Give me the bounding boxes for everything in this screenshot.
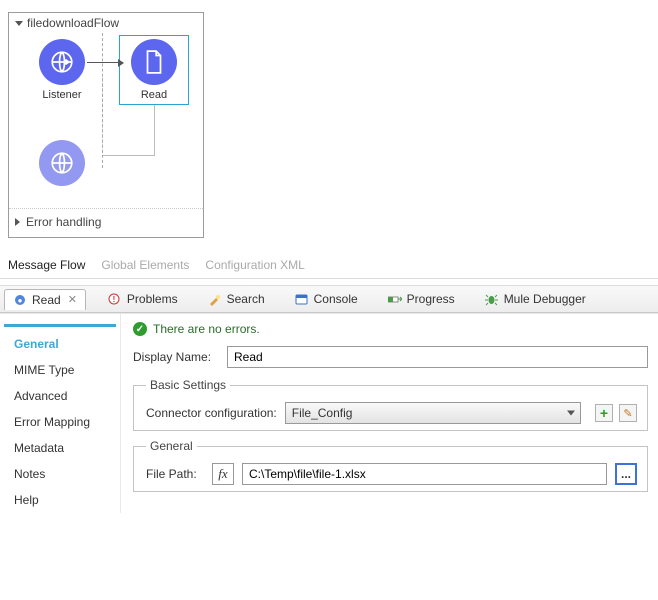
flow-title: filedownloadFlow [27,16,119,30]
svg-text:!: ! [113,295,116,304]
tab-problems[interactable]: ! Problems [100,289,186,309]
globe-icon [39,39,85,85]
basic-settings-group: Basic Settings Connector configuration: … [133,378,648,431]
bug-icon [485,292,499,306]
tab-read[interactable]: ● Read ✕ [4,289,86,310]
status-bar: ✓ There are no errors. [133,322,648,336]
listener-label: Listener [27,89,97,101]
tab-global-elements[interactable]: Global Elements [101,258,189,272]
sidebar-item-advanced[interactable]: Advanced [4,383,116,409]
flashlight-icon [208,292,222,306]
connector-arrow [87,62,123,63]
sidebar-accent [4,324,116,327]
tab-debugger-label: Mule Debugger [504,292,586,306]
fx-label: fx [218,466,227,482]
collapse-icon [15,21,23,26]
tab-read-label: Read [32,293,61,307]
property-main: ✓ There are no errors. Display Name: Bas… [120,314,658,513]
property-sidebar: General MIME Type Advanced Error Mapping… [0,314,120,513]
progress-icon [388,292,402,306]
fx-button[interactable]: fx [212,463,234,485]
close-icon[interactable]: ✕ [68,293,77,306]
console-icon [295,292,309,306]
file-path-input[interactable] [242,463,607,485]
tab-search-label: Search [227,292,265,306]
globe-icon [39,140,85,186]
editor-tabs: ● Read ✕ ! Problems Search Console Progr… [0,285,658,313]
expand-icon [15,218,20,226]
sidebar-item-notes[interactable]: Notes [4,461,116,487]
svg-text:●: ● [18,296,23,305]
display-name-label: Display Name: [133,350,217,364]
chevron-down-icon [567,411,575,416]
general-legend: General [146,439,197,453]
sidebar-item-metadata[interactable]: Metadata [4,435,116,461]
flow-title-bar[interactable]: filedownloadFlow [9,13,203,33]
general-group: General File Path: fx ... [133,439,648,492]
error-handling-section[interactable]: Error handling [9,208,203,237]
read-label: Read [119,89,189,101]
tab-progress-label: Progress [407,292,455,306]
file-path-label: File Path: [146,467,204,481]
check-icon: ✓ [133,322,147,336]
flow-canvas: filedownloadFlow Listener Read [0,0,658,238]
error-handling-label: Error handling [26,215,101,229]
tab-search[interactable]: Search [200,289,273,309]
sidebar-item-help[interactable]: Help [4,487,116,513]
display-name-row: Display Name: [133,346,648,368]
response-node[interactable] [27,140,97,186]
separator-line [102,78,103,168]
flow-container: filedownloadFlow Listener Read [8,12,204,238]
read-tab-icon: ● [13,293,27,307]
display-name-input[interactable] [227,346,648,368]
sidebar-item-mime[interactable]: MIME Type [4,357,116,383]
file-icon [131,39,177,85]
sidebar-item-general[interactable]: General [4,331,116,357]
tab-console[interactable]: Console [287,289,366,309]
add-config-button[interactable]: + [595,404,613,422]
tab-message-flow[interactable]: Message Flow [8,258,85,272]
flow-body: Listener Read [9,33,203,148]
editor-body: General MIME Type Advanced Error Mapping… [0,313,658,513]
read-node[interactable]: Read [119,39,189,101]
sidebar-item-error-mapping[interactable]: Error Mapping [4,409,116,435]
connector-config-value: File_Config [292,406,353,420]
ellipsis-icon: ... [621,467,631,481]
status-text: There are no errors. [153,322,260,336]
flow-body-2 [9,148,203,208]
listener-node[interactable]: Listener [27,39,97,101]
tab-debugger[interactable]: Mule Debugger [477,289,594,309]
connector-config-row: Connector configuration: File_Config + ✎ [146,402,637,424]
file-path-row: File Path: fx ... [146,463,637,485]
tab-config-xml[interactable]: Configuration XML [205,258,304,272]
plus-icon: + [600,406,608,420]
basic-settings-legend: Basic Settings [146,378,230,392]
pencil-icon: ✎ [623,407,632,420]
tab-console-label: Console [314,292,358,306]
connector-config-select[interactable]: File_Config [285,402,581,424]
connector-config-label: Connector configuration: [146,406,277,420]
tab-problems-label: Problems [127,292,178,306]
view-tabs: Message Flow Global Elements Configurati… [0,248,658,279]
tab-progress[interactable]: Progress [380,289,463,309]
warning-icon: ! [108,292,122,306]
browse-button[interactable]: ... [615,463,637,485]
edit-config-button[interactable]: ✎ [619,404,637,422]
